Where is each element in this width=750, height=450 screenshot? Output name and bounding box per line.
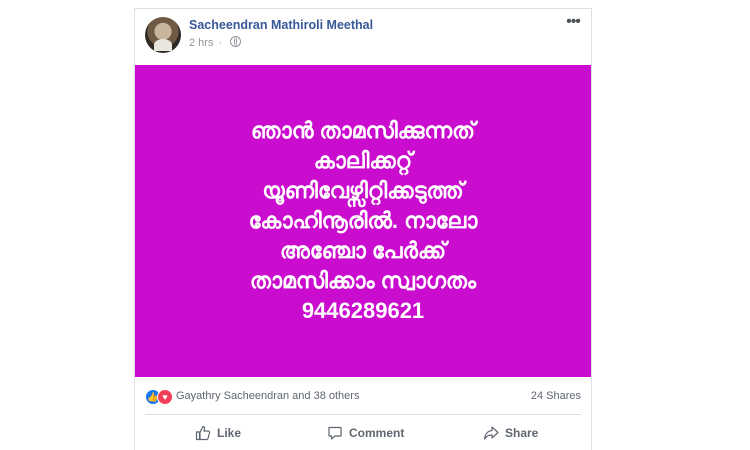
share-button[interactable]: Share: [483, 420, 538, 446]
share-count[interactable]: 24 Shares: [531, 390, 581, 402]
thumbs-up-icon: [195, 425, 211, 441]
post-header: Sacheendran Mathiroli Meethal 2 hrs · ••…: [145, 14, 583, 57]
post-image[interactable]: ഞാൻ താമസിക്കുന്നത് കാലിക്കറ്റ് യൂണിവേഴ്സ…: [135, 65, 591, 377]
share-label: Share: [505, 426, 539, 440]
avatar[interactable]: [145, 17, 181, 53]
comment-icon: [328, 426, 342, 440]
comment-label: Comment: [349, 426, 405, 440]
like-label: Like: [217, 426, 242, 440]
divider: [145, 414, 581, 415]
post-text-line: താമസിക്കാം സ്വാഗതം: [249, 268, 477, 293]
post-text-line: ഞാൻ താമസിക്കുന്നത്: [250, 118, 476, 143]
love-reaction-icon[interactable]: ♥: [157, 389, 173, 405]
post-text-line: കാലിക്കറ്റ്: [313, 148, 413, 173]
more-options-icon[interactable]: •••: [565, 14, 581, 33]
globe-icon[interactable]: [230, 36, 242, 47]
author-name[interactable]: Sacheendran Mathiroli Meethal: [189, 18, 373, 32]
share-icon: [483, 426, 499, 440]
post-text-line: യൂണിവേഴ്സിറ്റിക്കടുത്ത്: [262, 178, 464, 203]
reactions-bar: 👍 ♥ Gayathry Sacheendran and 38 others 2…: [145, 385, 581, 407]
post-meta: 2 hrs ·: [189, 36, 242, 49]
post-text-line: 9446289621: [301, 298, 425, 323]
comment-button[interactable]: Comment: [327, 420, 404, 446]
post-timestamp[interactable]: 2 hrs: [189, 37, 213, 49]
like-button[interactable]: Like: [195, 420, 241, 446]
post-text-line: കോഹിനൂരിൽ. നാലോ: [248, 208, 478, 233]
post-text-line: അഞ്ചോ പേർക്ക്: [279, 238, 447, 263]
post-card: Sacheendran Mathiroli Meethal 2 hrs · ••…: [134, 8, 592, 450]
action-bar: Like Comment Share: [135, 417, 591, 447]
reaction-names[interactable]: Gayathry Sacheendran and 38 others: [176, 390, 359, 402]
